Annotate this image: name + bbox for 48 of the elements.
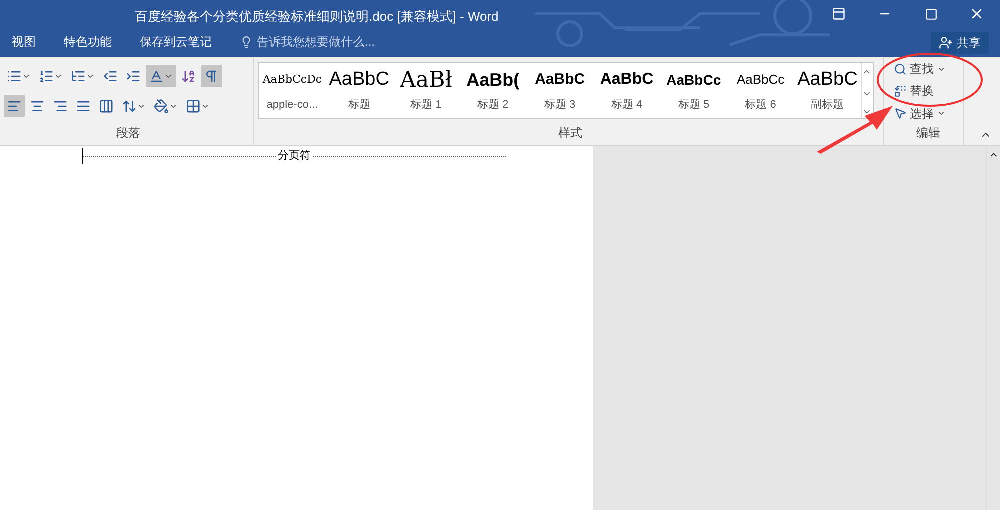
pointer-icon: [894, 107, 907, 120]
menu-tab[interactable]: 保存到云笔记: [140, 33, 212, 51]
page-break-label: 分页符: [277, 149, 312, 164]
tell-me-field[interactable]: 告诉我您想要做什么...: [240, 33, 397, 51]
justify-icon: [76, 98, 91, 114]
share-button[interactable]: 共享: [931, 32, 989, 54]
lightbulb-icon: [240, 36, 253, 48]
style-item[interactable]: AaBł 标题 1: [392, 63, 460, 118]
letter-icon: [149, 68, 164, 84]
align-left-icon: [7, 98, 22, 114]
menu-tab[interactable]: 视图: [12, 33, 36, 51]
group-label: 编辑: [916, 125, 940, 142]
search-icon: [894, 62, 907, 76]
group-label: 样式: [558, 125, 582, 142]
style-item[interactable]: AaBbC 标题 4: [594, 63, 660, 118]
toolbar-button[interactable]: [201, 65, 222, 87]
style-item[interactable]: AaBbCc 标题 5: [660, 63, 728, 118]
line-spacing-icon: [122, 98, 137, 114]
toolbar-button[interactable]: [4, 95, 25, 117]
style-item[interactable]: AaBbC 副标题: [794, 63, 862, 118]
ribbon-button[interactable]: 查找: [894, 59, 963, 80]
distributed-icon: [99, 98, 114, 114]
borders-icon: [186, 98, 201, 114]
ribbon-button[interactable]: 选择: [894, 104, 963, 124]
window-title: 百度经验各个分类优质经验标准细则说明.doc [兼容模式] - Word: [135, 8, 499, 26]
indent-icon: [126, 68, 141, 84]
ribbon-button[interactable]: 替换: [894, 81, 963, 102]
tree-list-icon: [71, 68, 86, 84]
bullet-list-icon: [7, 68, 22, 84]
numbered-list-icon: [39, 68, 54, 84]
style-item[interactable]: AaBbCcDc apple-co...: [259, 63, 326, 118]
person-add-icon: [939, 36, 953, 50]
style-item[interactable]: AaBbCc 标题 6: [727, 63, 794, 118]
style-item[interactable]: AaBb( 标题 2: [460, 63, 527, 118]
align-center-icon: [30, 98, 45, 114]
style-item[interactable]: AaBbC 标题: [326, 63, 393, 118]
text-cursor: [82, 148, 83, 164]
menu-tab[interactable]: 特色功能: [64, 33, 112, 51]
style-item[interactable]: AaBbC 标题 3: [526, 63, 594, 118]
paint-bucket-icon: [154, 98, 169, 114]
outdent-icon: [103, 68, 118, 84]
replace-icon: [894, 84, 907, 98]
toolbar-button[interactable]: [146, 65, 176, 87]
align-right-icon: [53, 98, 68, 114]
scrollbar[interactable]: [986, 146, 1000, 510]
pilcrow-icon: [204, 68, 219, 84]
group-label: 段落: [116, 125, 140, 142]
sort-icon: [181, 68, 196, 84]
